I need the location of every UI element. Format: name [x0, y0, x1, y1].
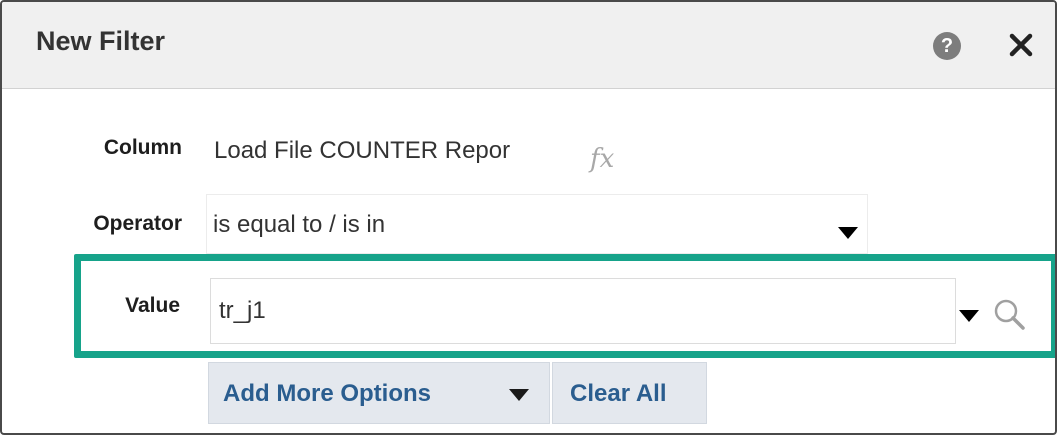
search-icon[interactable]	[992, 297, 1028, 333]
clear-all-button[interactable]: Clear All	[552, 362, 707, 424]
add-more-options-label: Add More Options	[223, 380, 431, 407]
new-filter-dialog: New Filter ? Column Load File COUNTER Re…	[0, 0, 1057, 435]
dialog-title: New Filter	[36, 26, 166, 56]
value-dropdown-icon[interactable]	[959, 310, 979, 322]
chevron-down-icon	[838, 227, 858, 239]
close-icon[interactable]	[1004, 28, 1038, 62]
value-input[interactable]: tr_j1	[210, 278, 956, 344]
dialog-titlebar: New Filter ?	[2, 2, 1055, 89]
operator-value: is equal to / is in	[213, 211, 386, 238]
column-label: Column	[103, 136, 182, 159]
value-label: Value	[125, 294, 180, 317]
operator-select[interactable]: is equal to / is in	[206, 194, 868, 254]
fx-icon[interactable]: fx	[590, 144, 614, 174]
clear-all-label: Clear All	[570, 380, 667, 407]
operator-label: Operator	[93, 212, 182, 235]
chevron-down-icon	[509, 389, 529, 401]
column-value: Load File COUNTER Repor	[214, 137, 511, 164]
add-more-options-button[interactable]: Add More Options	[208, 362, 550, 424]
help-icon[interactable]: ?	[933, 32, 961, 60]
value-text: tr_j1	[219, 297, 266, 324]
column-field[interactable]: Load File COUNTER Repor	[206, 122, 586, 182]
